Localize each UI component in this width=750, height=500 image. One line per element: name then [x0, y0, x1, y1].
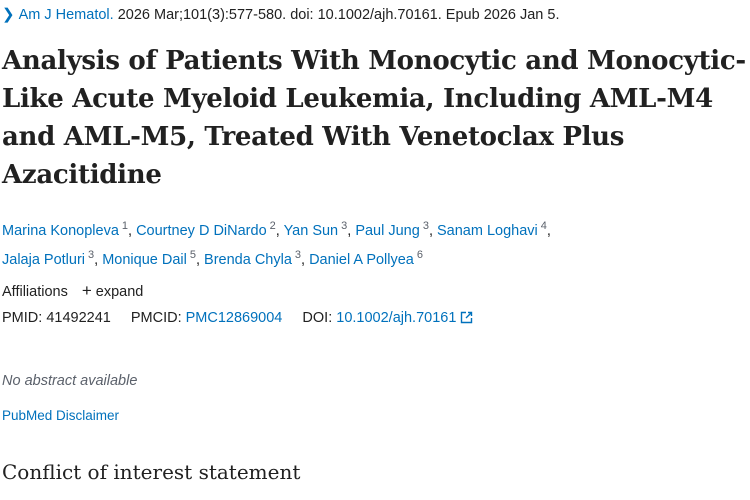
no-abstract-note: No abstract available — [2, 373, 138, 389]
conflict-of-interest-heading: Conflict of interest statement — [2, 460, 301, 484]
affiliation-ref[interactable]: 1 — [122, 220, 128, 232]
author-link[interactable]: Daniel A Pollyea — [309, 252, 414, 268]
doi-label: DOI: — [302, 310, 333, 326]
author-link[interactable]: Paul Jung — [355, 223, 420, 239]
journal-link[interactable]: Am J Hematol. — [19, 7, 114, 23]
affiliation-ref[interactable]: 3 — [341, 220, 347, 232]
author-link[interactable]: Courtney D DiNardo — [136, 223, 267, 239]
citation-details: 2026 Mar;101(3):577-580. doi: 10.1002/aj… — [117, 7, 560, 23]
author-link[interactable]: Marina Konopleva — [2, 223, 119, 239]
pmid-label: PMID: — [2, 310, 43, 326]
affiliation-ref[interactable]: 5 — [190, 249, 196, 261]
author-link[interactable]: Sanam Loghavi — [437, 223, 538, 239]
pmcid-link[interactable]: PMC12869004 — [186, 310, 283, 326]
chevron-right-icon[interactable]: ❯ — [2, 6, 15, 23]
affiliation-ref[interactable]: 4 — [541, 220, 547, 232]
author-link[interactable]: Brenda Chyla — [204, 252, 292, 268]
affiliation-ref[interactable]: 3 — [295, 249, 301, 261]
author-link[interactable]: Yan Sun — [284, 223, 339, 239]
expand-label[interactable]: expand — [96, 284, 144, 300]
pmid-value: 41492241 — [46, 310, 111, 326]
affiliation-ref[interactable]: 3 — [423, 220, 429, 232]
author-link[interactable]: Monique Dail — [102, 252, 187, 268]
affiliation-ref[interactable]: 2 — [270, 220, 276, 232]
article-title: Analysis of Patients With Monocytic and … — [2, 46, 746, 190]
affiliations-label: Affiliations — [2, 284, 68, 300]
author-link[interactable]: Jalaja Potluri — [2, 252, 85, 268]
pmcid-label: PMCID: — [130, 310, 182, 326]
affiliations-toggle[interactable]: Affiliations + expand — [2, 281, 143, 301]
citation-line: ❯ Am J Hematol. 2026 Mar;101(3):577-580. … — [2, 5, 560, 23]
external-link-icon[interactable] — [460, 311, 473, 328]
affiliation-ref[interactable]: 3 — [88, 249, 94, 261]
plus-icon: + — [81, 281, 92, 300]
pubmed-disclaimer-link[interactable]: PubMed Disclaimer — [2, 408, 119, 423]
authors-list: Marina Konopleva 1, Courtney D DiNardo 2, … — [2, 220, 551, 268]
doi-link[interactable]: 10.1002/ajh.70161 — [336, 310, 456, 326]
article-identifiers: PMID: 41492241 PMCID: PMC12869004 DOI: 1… — [2, 310, 473, 328]
affiliation-ref[interactable]: 6 — [417, 249, 423, 261]
